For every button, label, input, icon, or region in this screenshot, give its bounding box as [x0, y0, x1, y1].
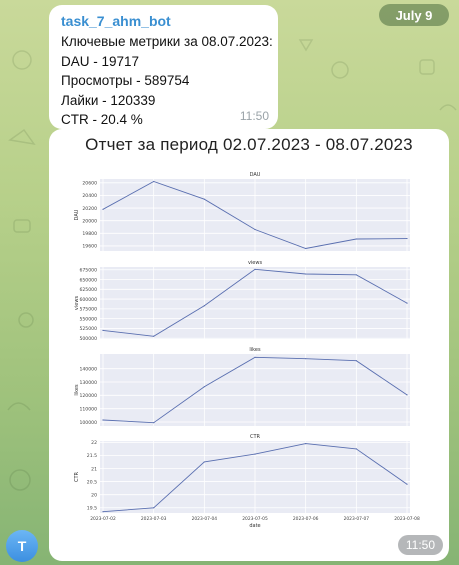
y-tick-label: 21: [91, 466, 97, 472]
bot-message-bubble[interactable]: task_7_ahm_bot Ключевые метрики за 08.07…: [49, 5, 278, 129]
y-tick-label: 20: [91, 492, 97, 498]
data-point: [153, 335, 155, 337]
image-time: 11:50: [397, 535, 443, 555]
y-tick-label: 110000: [79, 406, 97, 412]
data-point: [305, 273, 307, 275]
data-point: [305, 358, 307, 360]
data-point: [406, 394, 408, 396]
chart-title: views: [248, 260, 263, 266]
x-tick-label: 2023-07-04: [192, 516, 218, 522]
message-line-likes: Лайки - 120339: [61, 92, 156, 108]
data-point: [355, 360, 357, 362]
x-axis-label: date: [249, 523, 260, 529]
data-point: [254, 228, 256, 231]
message-time: 11:50: [239, 109, 269, 123]
chart-title: CTR: [250, 434, 261, 440]
y-tick-label: 21.5: [87, 453, 97, 459]
y-axis-label: likes: [74, 384, 80, 396]
bot-avatar[interactable]: T: [6, 530, 38, 562]
y-tick-label: 20400: [82, 193, 97, 199]
report-charts: 19600 19800 20000 20200 20400 20600 DAU DAU 5000…: [74, 172, 420, 529]
data-point: [102, 511, 104, 513]
y-axis-label: DAU: [74, 209, 80, 220]
y-tick-label: 600000: [79, 297, 97, 303]
x-tick-label: 2023-07-03: [141, 516, 167, 522]
data-point: [203, 305, 205, 307]
chart-title: likes: [249, 347, 261, 353]
y-tick-label: 550000: [79, 316, 97, 322]
y-tick-label: 19600: [82, 244, 97, 250]
message-line-heading: Ключевые метрики за 08.07.2023:: [61, 34, 273, 49]
data-point: [305, 443, 307, 445]
data-point: [203, 386, 205, 388]
data-point: [254, 268, 256, 270]
data-point: [406, 302, 408, 304]
data-point: [153, 507, 155, 509]
chart-title: DAU: [250, 172, 261, 178]
data-point: [406, 237, 408, 240]
data-point: [153, 180, 155, 183]
y-tick-label: 100000: [79, 420, 97, 426]
y-tick-label: 575000: [79, 307, 97, 313]
x-tick-label: 2023-07-05: [242, 516, 268, 522]
y-tick-label: 140000: [79, 366, 97, 372]
data-point: [102, 419, 104, 421]
date-separator: July 9: [379, 4, 449, 26]
y-tick-label: 130000: [79, 380, 97, 386]
y-tick-label: 650000: [79, 277, 97, 283]
data-point: [406, 483, 408, 485]
y-axis-label: CTR: [74, 471, 80, 482]
y-tick-label: 20600: [82, 181, 97, 187]
y-tick-label: 20.5: [87, 479, 97, 485]
y-tick-label: 500000: [79, 336, 97, 342]
y-axis-label: views: [74, 296, 80, 311]
data-point: [355, 448, 357, 450]
y-tick-label: 525000: [79, 326, 97, 332]
data-point: [355, 238, 357, 240]
data-point: [203, 461, 205, 463]
data-point: [102, 208, 104, 210]
data-point: [254, 356, 256, 358]
y-tick-label: 120000: [79, 393, 97, 399]
data-point: [254, 453, 256, 455]
x-tick-label: 2023-07-06: [293, 516, 319, 522]
message-line-dau: DAU - 19717: [61, 53, 140, 69]
x-tick-label: 2023-07-07: [344, 516, 370, 522]
y-tick-label: 19.5: [87, 506, 97, 512]
x-tick-label: 2023-07-02: [90, 516, 116, 522]
y-tick-label: 20000: [82, 218, 97, 224]
message-line-views: Просмотры - 589754: [61, 73, 190, 88]
message-line-ctr: CTR - 20.4 %: [61, 112, 143, 127]
sender-name[interactable]: task_7_ahm_bot: [61, 12, 268, 32]
x-tick-label: 2023-07-08: [394, 516, 420, 522]
y-tick-label: 675000: [79, 268, 97, 274]
data-point: [153, 422, 155, 424]
report-image-bubble[interactable]: Отчет за период 02.07.2023 - 08.07.2023 …: [49, 129, 449, 561]
y-tick-label: 19800: [82, 231, 97, 237]
y-tick-label: 625000: [79, 287, 97, 293]
y-tick-label: 22: [91, 440, 97, 446]
y-tick-label: 20200: [82, 206, 97, 212]
data-point: [102, 329, 104, 331]
data-point: [355, 274, 357, 276]
data-point: [305, 247, 307, 250]
data-point: [203, 198, 205, 200]
